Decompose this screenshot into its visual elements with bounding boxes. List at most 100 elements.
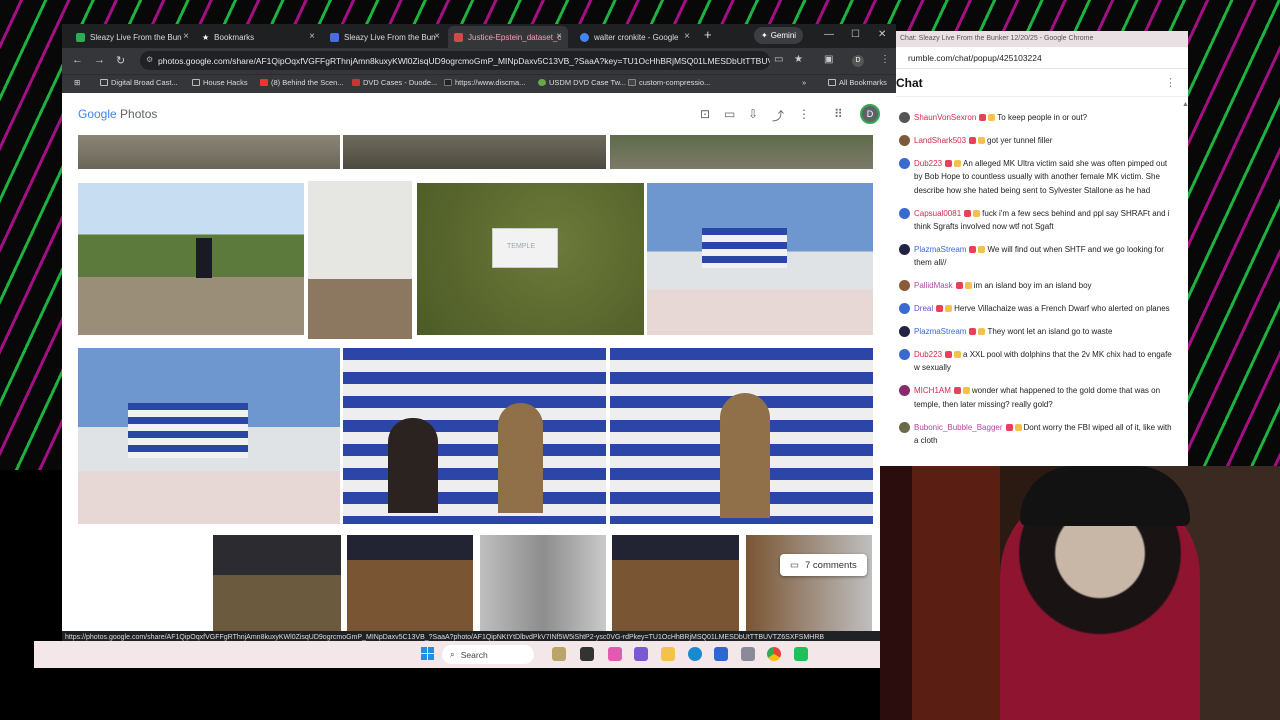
chat-username[interactable]: ShaunVonSexron: [914, 113, 976, 122]
cast-icon[interactable]: ▭: [774, 54, 783, 65]
copilot-icon[interactable]: [608, 647, 622, 661]
task-view-icon[interactable]: [580, 647, 594, 661]
profile-icon[interactable]: D: [852, 55, 864, 67]
photo-thumbnail[interactable]: [647, 183, 873, 335]
gemini-button[interactable]: ✦ Gemini: [754, 27, 804, 44]
minimize-icon[interactable]: —: [824, 29, 834, 40]
chat-username[interactable]: PlazmaStream: [914, 327, 966, 336]
bookmark-item[interactable]: (8) Behind the Scen...: [260, 78, 344, 87]
photo-thumbnail[interactable]: [610, 135, 873, 169]
photo-thumbnail[interactable]: [79, 535, 207, 635]
chat-username[interactable]: PlazmaStream: [914, 245, 966, 254]
back-icon[interactable]: ←: [72, 54, 83, 66]
close-icon[interactable]: ×: [684, 31, 690, 42]
photo-thumbnail[interactable]: [343, 348, 606, 524]
more-options-icon[interactable]: ⋮: [798, 107, 810, 121]
chat-username[interactable]: Capsual0081: [914, 209, 961, 218]
rumble-icon[interactable]: [794, 647, 808, 661]
close-icon[interactable]: ×: [434, 31, 440, 42]
user-avatar-icon[interactable]: [899, 112, 910, 123]
site-info-icon[interactable]: ⚙: [146, 55, 153, 64]
photo-thumbnail[interactable]: [78, 348, 340, 524]
user-avatar-icon[interactable]: [899, 421, 910, 433]
user-avatar-icon[interactable]: [899, 348, 910, 360]
tab-sleazy-2[interactable]: Sleazy Live From the Bun ×: [324, 26, 446, 48]
photo-thumbnail[interactable]: [347, 535, 473, 635]
photo-thumbnail[interactable]: [612, 535, 739, 635]
forward-icon[interactable]: →: [94, 54, 105, 66]
store-icon[interactable]: [714, 647, 728, 661]
extensions-icon[interactable]: ▣: [824, 54, 833, 65]
windows-start-icon[interactable]: [421, 647, 434, 660]
more-bookmarks-icon[interactable]: »: [802, 78, 806, 87]
photo-thumbnail[interactable]: [78, 183, 304, 335]
close-icon[interactable]: ×: [556, 31, 562, 42]
new-tab-icon[interactable]: +: [704, 27, 712, 42]
tab-walter-cronkite[interactable]: walter cronkite - Google ×: [574, 26, 696, 48]
photo-thumbnail[interactable]: [308, 181, 412, 339]
bookmark-item[interactable]: DVD Cases - Duode...: [352, 78, 437, 87]
google-photos-logo[interactable]: Google Photos: [78, 107, 157, 121]
user-avatar-icon[interactable]: [899, 325, 910, 337]
maximize-icon[interactable]: ☐: [851, 29, 860, 40]
download-icon[interactable]: ⇩: [748, 107, 758, 121]
slideshow-icon[interactable]: ▭: [724, 107, 735, 121]
apps-icon[interactable]: ⊞: [74, 78, 80, 87]
teams-icon[interactable]: [634, 647, 648, 661]
chat-username[interactable]: PallidMask: [914, 281, 953, 290]
chat-username[interactable]: Dub223: [914, 159, 942, 168]
photo-thumbnail[interactable]: [213, 535, 341, 635]
photo-thumbnail[interactable]: [343, 135, 606, 169]
user-avatar-icon[interactable]: [899, 280, 910, 292]
user-avatar-icon[interactable]: [899, 303, 910, 315]
scroll-up-icon[interactable]: ▲: [1182, 101, 1188, 109]
chat-username[interactable]: LandShark503: [914, 136, 966, 145]
all-bookmarks[interactable]: All Bookmarks: [828, 78, 887, 87]
user-avatar-icon[interactable]: [899, 385, 910, 397]
bookmark-item[interactable]: https://www.discma...: [444, 78, 525, 87]
bookmark-star-icon[interactable]: ★: [794, 54, 803, 65]
user-avatar-icon[interactable]: [899, 243, 910, 255]
tab-justice-epstein[interactable]: Justice-Epstein_dataset_c ×: [448, 26, 568, 48]
chat-menu-icon[interactable]: ⋮: [1165, 69, 1176, 97]
tab-title: Bookmarks: [214, 32, 255, 42]
photo-thumbnail[interactable]: [610, 348, 873, 524]
bookmark-item[interactable]: custom-compressio...: [628, 78, 710, 87]
widget-icon[interactable]: [552, 647, 566, 661]
bookmark-item[interactable]: Digital Broad Cast...: [100, 78, 178, 87]
chrome-icon[interactable]: [767, 647, 781, 661]
apps-grid-icon[interactable]: ⠿: [834, 107, 843, 121]
close-icon[interactable]: ×: [309, 31, 315, 42]
shopping-bag-icon[interactable]: ⊡: [700, 107, 710, 121]
chat-username[interactable]: Dub223: [914, 350, 942, 359]
chat-username[interactable]: Dreal: [914, 304, 933, 313]
window-shape: [388, 418, 438, 513]
chat-username[interactable]: Bubonic_Bubble_Bagger: [914, 423, 1003, 432]
user-avatar-icon[interactable]: [899, 157, 910, 169]
taskbar-search[interactable]: ⌕ Search: [442, 645, 534, 664]
menu-kebab-icon[interactable]: ⋮: [880, 54, 890, 65]
comments-button[interactable]: ▭ 7 comments: [780, 554, 867, 576]
user-avatar-icon[interactable]: [899, 207, 910, 219]
close-icon[interactable]: ×: [183, 31, 189, 42]
photo-thumbnail[interactable]: [746, 535, 872, 635]
photo-thumbnail[interactable]: [78, 135, 340, 169]
bookmark-item[interactable]: House Hacks: [192, 78, 248, 87]
tab-bookmarks[interactable]: ★ Bookmarks ×: [196, 26, 321, 48]
chat-url-bar[interactable]: rumble.com/chat/popup/425103224: [896, 47, 1188, 69]
google-photos-page: Google Photos ⊡ ▭ ⇩ ⤴ ⋮ ⠿ D TEMPLE ▭ 7 c…: [62, 93, 896, 644]
share-icon[interactable]: ⤴: [772, 107, 784, 124]
url-input[interactable]: ⚙ photos.google.com/share/AF1QipOqxfVGFF…: [140, 51, 770, 70]
user-avatar-icon[interactable]: [899, 134, 910, 146]
photo-thumbnail[interactable]: TEMPLE: [417, 183, 644, 335]
bookmark-item[interactable]: USDM DVD Case Tw...: [538, 78, 626, 87]
chat-username[interactable]: MICH1AM: [914, 386, 951, 395]
tab-sleazy-1[interactable]: Sleazy Live From the Bun ×: [70, 26, 195, 48]
app-icon[interactable]: [741, 647, 755, 661]
edge-icon[interactable]: [688, 647, 702, 661]
window-close-icon[interactable]: ✕: [878, 29, 886, 40]
file-explorer-icon[interactable]: [661, 647, 675, 661]
avatar[interactable]: D: [860, 104, 880, 124]
photo-thumbnail[interactable]: [480, 535, 606, 635]
reload-icon[interactable]: ↻: [116, 54, 125, 67]
